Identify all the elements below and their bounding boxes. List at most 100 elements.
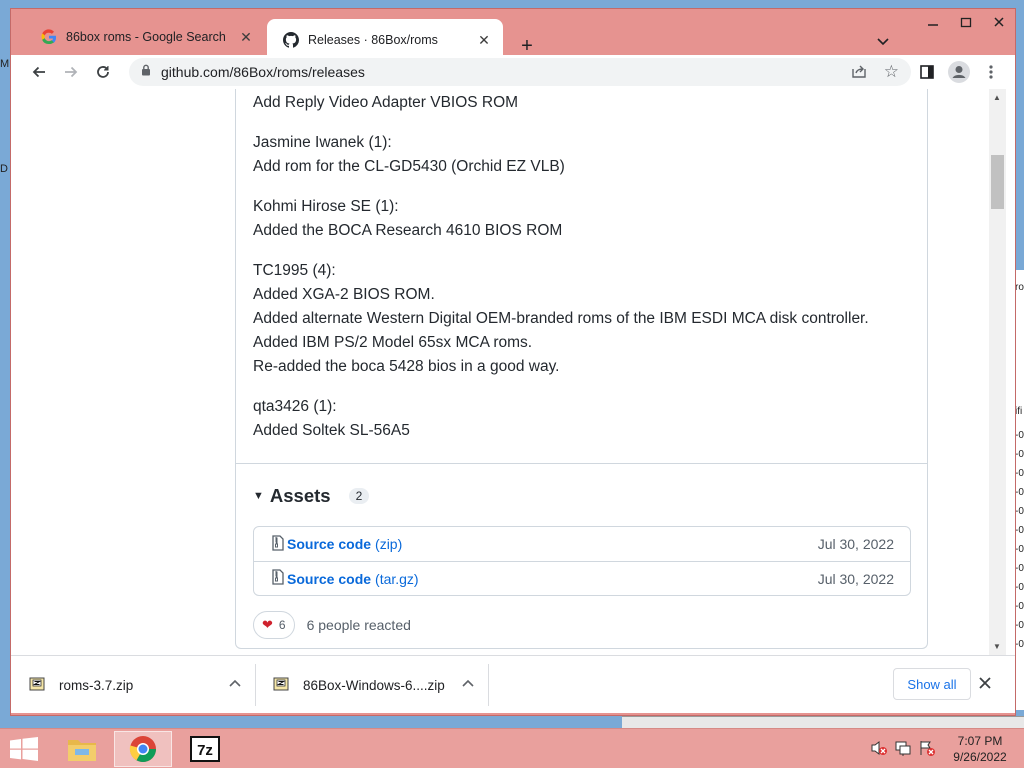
release-notes: Add Reply Video Adapter VBIOS ROM Jasmin… bbox=[253, 91, 869, 459]
asset-ext[interactable]: (tar.gz) bbox=[375, 571, 419, 587]
windows-start-icon[interactable] bbox=[10, 737, 38, 766]
contributor-heading: TC1995 (4): bbox=[253, 262, 336, 279]
address-bar[interactable]: github.com/86Box/roms/releases ☆ bbox=[129, 58, 911, 86]
asset-row: Source code (zip) Jul 30, 2022 bbox=[254, 527, 910, 561]
clock-time: 7:07 PM bbox=[957, 734, 1003, 748]
release-card: Add Reply Video Adapter VBIOS ROM Jasmin… bbox=[235, 89, 928, 649]
asset-date: Jul 30, 2022 bbox=[817, 570, 894, 587]
background-window-text: -0 bbox=[1015, 525, 1024, 536]
page-scrollbar[interactable]: ▲ ▼ bbox=[989, 89, 1006, 655]
background-window-text: -0 bbox=[1015, 582, 1024, 593]
asset-link[interactable]: Source code bbox=[287, 536, 371, 552]
browser-toolbar: github.com/86Box/roms/releases ☆ bbox=[11, 55, 1015, 89]
reload-button[interactable] bbox=[87, 56, 119, 88]
profile-avatar[interactable] bbox=[943, 56, 975, 88]
system-tray bbox=[870, 739, 936, 762]
asset-ext[interactable]: (zip) bbox=[375, 536, 402, 552]
background-window-text: -0 bbox=[1015, 430, 1024, 441]
clock-date: 9/26/2022 bbox=[953, 750, 1007, 764]
notes-paragraph: Jasmine Iwanek (1): Add rom for the CL-G… bbox=[253, 131, 869, 179]
file-explorer-icon[interactable] bbox=[53, 731, 111, 767]
bookmark-star-icon[interactable]: ☆ bbox=[884, 62, 899, 82]
notes-line: Added XGA-2 BIOS ROM. bbox=[253, 286, 435, 303]
show-all-button[interactable]: Show all bbox=[893, 668, 971, 700]
download-filename: 86Box-Windows-6....zip bbox=[303, 677, 445, 693]
background-window-text: ifi bbox=[1015, 406, 1023, 417]
7zip-icon[interactable]: 7z bbox=[176, 731, 234, 767]
assets-toggle[interactable]: ▼ Assets 2 bbox=[253, 485, 370, 507]
reaction-summary: 6 people reacted bbox=[306, 617, 411, 633]
background-window-text: -0 bbox=[1015, 506, 1024, 517]
divider bbox=[488, 664, 489, 706]
tab-title: Releases · 86Box/roms bbox=[308, 33, 438, 47]
notes-line: Added alternate Western Digital OEM-bran… bbox=[253, 310, 869, 327]
notes-paragraph: Kohmi Hirose SE (1): Added the BOCA Rese… bbox=[253, 195, 869, 243]
svg-text:7z: 7z bbox=[197, 742, 213, 759]
download-filename: roms-3.7.zip bbox=[59, 677, 134, 693]
reaction-count: 6 bbox=[278, 618, 286, 632]
scroll-thumb[interactable] bbox=[991, 155, 1004, 209]
notes-paragraph: TC1995 (4): Added XGA-2 BIOS ROM. Added … bbox=[253, 259, 869, 379]
download-shelf: roms-3.7.zip 86Box-Windows-6....zip Show… bbox=[11, 655, 1015, 713]
close-tab-icon[interactable]: ✕ bbox=[235, 26, 257, 48]
google-icon bbox=[41, 29, 57, 45]
background-window-text: -0 bbox=[1015, 563, 1024, 574]
background-window-text: -0 bbox=[1015, 468, 1024, 479]
notes-line: Added IBM PS/2 Model 65sx MCA roms. bbox=[253, 334, 533, 351]
assets-list: Source code (zip) Jul 30, 2022 Source co… bbox=[253, 526, 911, 596]
contributor-heading: Jasmine Iwanek (1): bbox=[253, 134, 392, 151]
divider bbox=[236, 463, 927, 464]
caret-down-icon: ▼ bbox=[253, 490, 264, 502]
contributor-heading: Kohmi Hirose SE (1): bbox=[253, 198, 399, 215]
menu-kebab-icon[interactable] bbox=[975, 56, 1007, 88]
contributor-heading: qta3426 (1): bbox=[253, 398, 337, 415]
notes-line: Added the BOCA Research 4610 BIOS ROM bbox=[253, 222, 563, 239]
reactions-bar: ❤ 6 6 people reacted bbox=[253, 611, 411, 639]
notes-line: Add Reply Video Adapter VBIOS ROM bbox=[253, 94, 519, 111]
archive-file-icon bbox=[29, 676, 45, 695]
scroll-up-icon[interactable]: ▲ bbox=[993, 93, 1001, 102]
github-icon bbox=[283, 32, 299, 48]
file-zip-icon bbox=[271, 534, 285, 554]
share-icon[interactable] bbox=[851, 63, 867, 84]
background-window-scrollbar[interactable] bbox=[622, 716, 1024, 728]
back-button[interactable] bbox=[23, 56, 55, 88]
download-item[interactable]: roms-3.7.zip bbox=[11, 664, 255, 706]
background-window-text: ro bbox=[1015, 282, 1024, 293]
close-shelf-icon[interactable] bbox=[979, 676, 991, 694]
archive-file-icon bbox=[273, 676, 289, 695]
notes-line: Add rom for the CL-GD5430 (Orchid EZ VLB… bbox=[253, 158, 565, 175]
notes-line: Re-added the boca 5428 bios in a good wa… bbox=[253, 358, 560, 375]
heart-icon: ❤ bbox=[262, 617, 273, 632]
background-window-text: -0 bbox=[1015, 449, 1024, 460]
scroll-down-icon[interactable]: ▼ bbox=[993, 642, 1001, 651]
asset-date: Jul 30, 2022 bbox=[817, 536, 894, 552]
speaker-muted-icon[interactable] bbox=[870, 739, 888, 762]
action-center-flag-icon[interactable] bbox=[918, 739, 936, 762]
chrome-icon[interactable] bbox=[114, 731, 172, 767]
background-window-text: -0 bbox=[1015, 487, 1024, 498]
page-content: Add Reply Video Adapter VBIOS ROM Jasmin… bbox=[11, 89, 1015, 655]
asset-row: Source code (tar.gz) Jul 30, 2022 bbox=[254, 561, 910, 595]
side-panel-icon[interactable] bbox=[911, 56, 943, 88]
background-window-text: -0 bbox=[1015, 620, 1024, 631]
download-item[interactable]: 86Box-Windows-6....zip bbox=[255, 664, 488, 706]
file-zip-icon bbox=[271, 569, 285, 588]
tab-google-search[interactable]: 86box roms - Google Search ✕ bbox=[25, 19, 265, 55]
notes-paragraph: qta3426 (1): Added Soltek SL-56A5 bbox=[253, 395, 869, 443]
background-window-text: -0 bbox=[1015, 601, 1024, 612]
chevron-up-icon[interactable] bbox=[462, 676, 474, 690]
clock[interactable]: 7:07 PM 9/26/2022 bbox=[940, 733, 1020, 765]
heart-reaction-button[interactable]: ❤ 6 bbox=[253, 611, 295, 639]
background-window-text: -0 bbox=[1015, 544, 1024, 555]
taskbar: 7z 7:07 PM 9/26/2022 bbox=[0, 728, 1024, 768]
url-text: github.com/86Box/roms/releases bbox=[161, 64, 365, 80]
close-tab-icon[interactable]: ✕ bbox=[473, 29, 495, 51]
forward-button[interactable] bbox=[55, 56, 87, 88]
asset-link[interactable]: Source code bbox=[287, 571, 371, 587]
assets-count-badge: 2 bbox=[348, 488, 370, 504]
chevron-up-icon[interactable] bbox=[229, 676, 241, 690]
network-icon[interactable] bbox=[894, 739, 912, 762]
lock-icon[interactable] bbox=[141, 63, 151, 81]
tab-search-chevron-icon[interactable] bbox=[877, 35, 889, 49]
